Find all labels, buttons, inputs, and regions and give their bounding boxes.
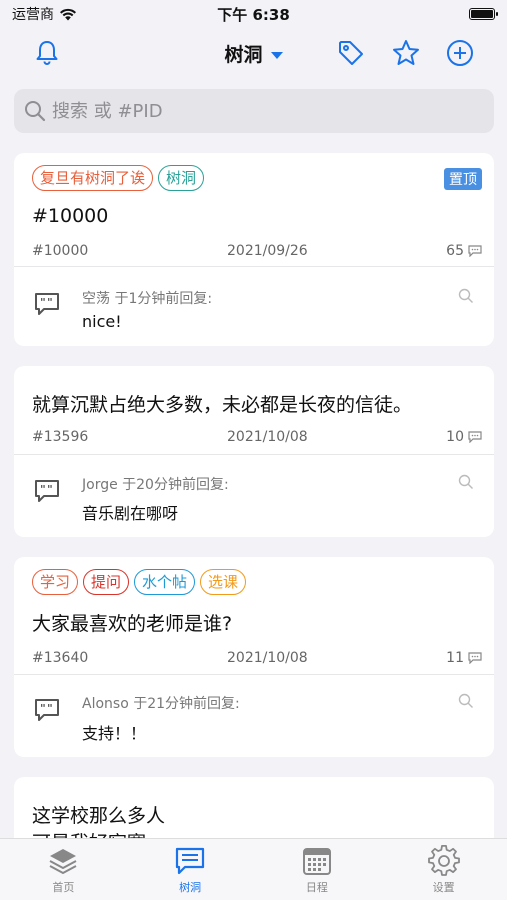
svg-text:": ": [47, 702, 53, 715]
svg-text:": ": [47, 483, 53, 496]
page-title: 树洞: [224, 44, 263, 66]
post-date: 2021/10/08: [227, 429, 308, 445]
post-text: #10000: [32, 205, 109, 227]
post-id: #13596: [32, 429, 89, 445]
post-text: 就算沉默占绝大多数，未必都是长夜的信徒。: [32, 394, 413, 416]
svg-text:": ": [40, 296, 46, 309]
post-date: 2021/09/26: [227, 243, 308, 259]
battery-icon: [469, 8, 498, 20]
reply-author: 空荡 于1分钟前回复:: [82, 291, 213, 307]
reply-text: nice!: [82, 312, 122, 331]
clock: 下午 6:38: [217, 5, 290, 24]
pinned-badge: 置顶: [444, 168, 482, 190]
reply-quote-icon: " ": [35, 480, 59, 502]
tab-bar: 首页 树洞 日程 设置: [0, 838, 507, 900]
chat-bubble-icon: [176, 847, 205, 875]
tag-icon[interactable]: [336, 38, 366, 68]
tag-list: 复旦有树洞了诶 树洞: [32, 165, 205, 191]
post-card[interactable]: 就算沉默占绝大多数，未必都是长夜的信徒。 #13596 2021/10/08 1…: [14, 366, 494, 537]
svg-text:": ": [40, 483, 46, 496]
divider: [14, 674, 494, 675]
comment-icon: [468, 431, 482, 443]
tab-home[interactable]: 首页: [0, 839, 127, 900]
layers-icon: [49, 849, 77, 875]
reply-author: Alonso 于21分钟前回复:: [82, 696, 240, 712]
status-bar: 运营商 下午 6:38: [0, 0, 507, 28]
reply-count: 65: [446, 243, 482, 259]
search-icon[interactable]: [458, 474, 474, 490]
reply-count-value: 10: [446, 429, 464, 445]
reply-text: 音乐剧在哪呀: [82, 504, 179, 523]
comment-icon: [468, 245, 482, 257]
plus-circle-icon[interactable]: [445, 38, 475, 68]
tag-list: 学习 提问 水个帖 选课: [32, 569, 247, 595]
svg-text:": ": [47, 296, 53, 309]
divider: [14, 266, 494, 267]
calendar-icon: [302, 848, 331, 875]
tab-schedule[interactable]: 日程: [254, 839, 381, 900]
post-card[interactable]: 学习 提问 水个帖 选课 大家最喜欢的老师是谁? #13640 2021/10/…: [14, 557, 494, 757]
reply-count-value: 65: [446, 243, 464, 259]
tab-label: 树洞: [179, 881, 202, 894]
tab-treehole[interactable]: 树洞: [127, 839, 254, 900]
tag-chip[interactable]: 树洞: [158, 165, 205, 191]
post-text: 大家最喜欢的老师是谁?: [32, 613, 233, 635]
tag-chip[interactable]: 选课: [200, 569, 247, 595]
reply-author: Jorge 于20分钟前回复:: [82, 477, 229, 493]
reply-quote-icon: " ": [35, 293, 59, 315]
tag-chip[interactable]: 学习: [32, 569, 79, 595]
tab-label: 首页: [52, 881, 75, 894]
divider: [14, 454, 494, 455]
search-bar[interactable]: [14, 89, 494, 133]
svg-text:": ": [40, 702, 46, 715]
nav-bar: 树洞: [0, 28, 507, 78]
post-id: #10000: [32, 243, 89, 259]
reply-count: 11: [446, 650, 482, 666]
caret-down-icon: [270, 52, 283, 59]
tag-chip[interactable]: 提问: [83, 569, 130, 595]
reply-text: 支持！！: [82, 724, 147, 743]
tab-label: 设置: [432, 881, 455, 894]
comment-icon: [468, 652, 482, 664]
post-date: 2021/10/08: [227, 650, 308, 666]
search-icon: [25, 101, 46, 122]
nav-title-dropdown[interactable]: 树洞: [0, 40, 507, 67]
post-card[interactable]: 复旦有树洞了诶 树洞 置顶 #10000 #10000 2021/09/26 6…: [14, 153, 494, 346]
post-id: #13640: [32, 650, 89, 666]
search-icon[interactable]: [458, 693, 474, 709]
tab-settings[interactable]: 设置: [380, 839, 507, 900]
reply-count: 10: [446, 429, 482, 445]
search-icon[interactable]: [458, 288, 474, 304]
tab-label: 日程: [305, 881, 328, 894]
reply-count-value: 11: [446, 650, 464, 666]
tag-chip[interactable]: 水个帖: [134, 569, 196, 595]
gear-icon: [427, 845, 460, 876]
post-text-line: 这学校那么多人: [32, 805, 166, 827]
reply-quote-icon: " ": [35, 699, 59, 721]
tag-chip[interactable]: 复旦有树洞了诶: [32, 165, 154, 191]
star-icon[interactable]: [391, 38, 421, 68]
search-input[interactable]: [52, 100, 452, 122]
